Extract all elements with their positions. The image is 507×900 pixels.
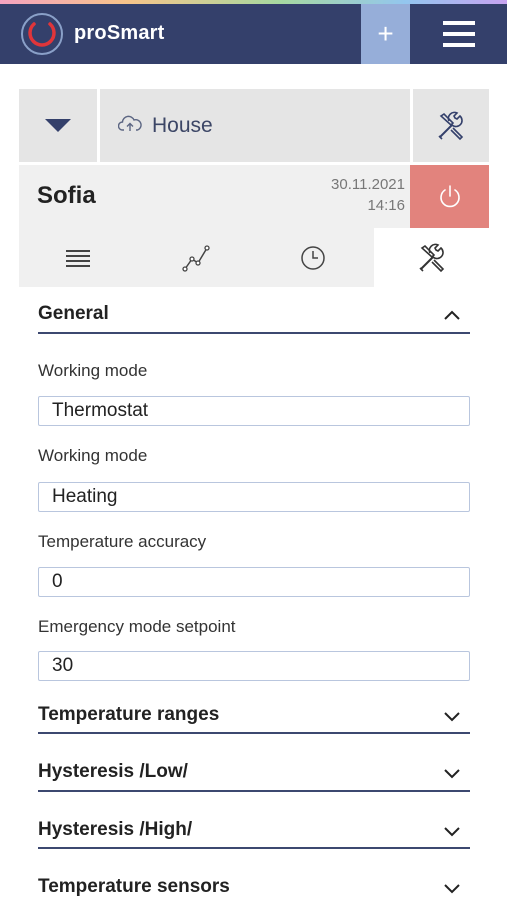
chevron-down-icon (444, 712, 460, 722)
section-hysteresis-high[interactable]: Hysteresis /High/ (38, 817, 470, 849)
device-tabs (19, 228, 489, 287)
working-mode-select[interactable]: Thermostat (38, 396, 470, 426)
tab-schedule[interactable] (254, 228, 371, 287)
chevron-down-icon (444, 827, 460, 837)
device-name: Sofia (37, 182, 96, 209)
temperature-accuracy-input[interactable]: 0 (38, 567, 470, 597)
section-title: Temperature ranges (38, 704, 220, 725)
add-button[interactable]: + (361, 4, 410, 64)
power-icon (439, 184, 460, 207)
section-title: Hysteresis /High/ (38, 819, 193, 840)
location-label: House (152, 114, 213, 137)
top-bar: proSmart + (0, 4, 507, 64)
tab-chart[interactable] (137, 228, 254, 287)
location-name-field[interactable]: House (100, 89, 410, 162)
hamburger-icon (443, 21, 475, 47)
section-title: Temperature sensors (38, 876, 230, 897)
hamburger-menu-button[interactable] (427, 4, 491, 64)
tools-icon (418, 243, 444, 272)
working-mode-select[interactable]: Heating (38, 482, 470, 512)
section-title: Hysteresis /Low/ (38, 761, 188, 782)
list-icon (66, 249, 90, 267)
device-date: 30.11.2021 (331, 176, 405, 193)
caret-down-icon (45, 118, 71, 132)
device-time: 14:16 (367, 197, 405, 214)
tab-settings[interactable] (374, 228, 489, 287)
chevron-down-icon (444, 884, 460, 894)
chevron-down-icon (444, 769, 460, 779)
location-dropdown-button[interactable] (19, 89, 97, 162)
location-settings-button[interactable] (413, 89, 489, 162)
clock-icon (300, 245, 325, 270)
field-label: Emergency mode setpoint (38, 617, 236, 636)
tab-list[interactable] (19, 228, 137, 287)
cloud-upload-icon (118, 115, 142, 131)
chart-line-icon (181, 244, 210, 272)
section-hysteresis-low[interactable]: Hysteresis /Low/ (38, 759, 470, 792)
prosmart-logo-icon[interactable] (20, 12, 64, 56)
power-button[interactable] (410, 165, 489, 228)
app-brand: proSmart (74, 22, 165, 44)
field-label: Temperature accuracy (38, 532, 207, 551)
location-selector: House (19, 89, 489, 162)
device-header: Sofia 30.11.2021 14:16 (19, 165, 489, 228)
field-label: Working mode (38, 361, 148, 380)
tools-icon (438, 111, 464, 140)
emergency-setpoint-input[interactable]: 30 (38, 651, 470, 681)
section-general[interactable]: General (38, 300, 470, 334)
section-temperature-sensors[interactable]: Temperature sensors (38, 874, 470, 900)
chevron-up-icon (444, 310, 460, 320)
section-title: General (38, 303, 109, 324)
section-temperature-ranges[interactable]: Temperature ranges (38, 702, 470, 734)
field-label: Working mode (38, 446, 148, 465)
